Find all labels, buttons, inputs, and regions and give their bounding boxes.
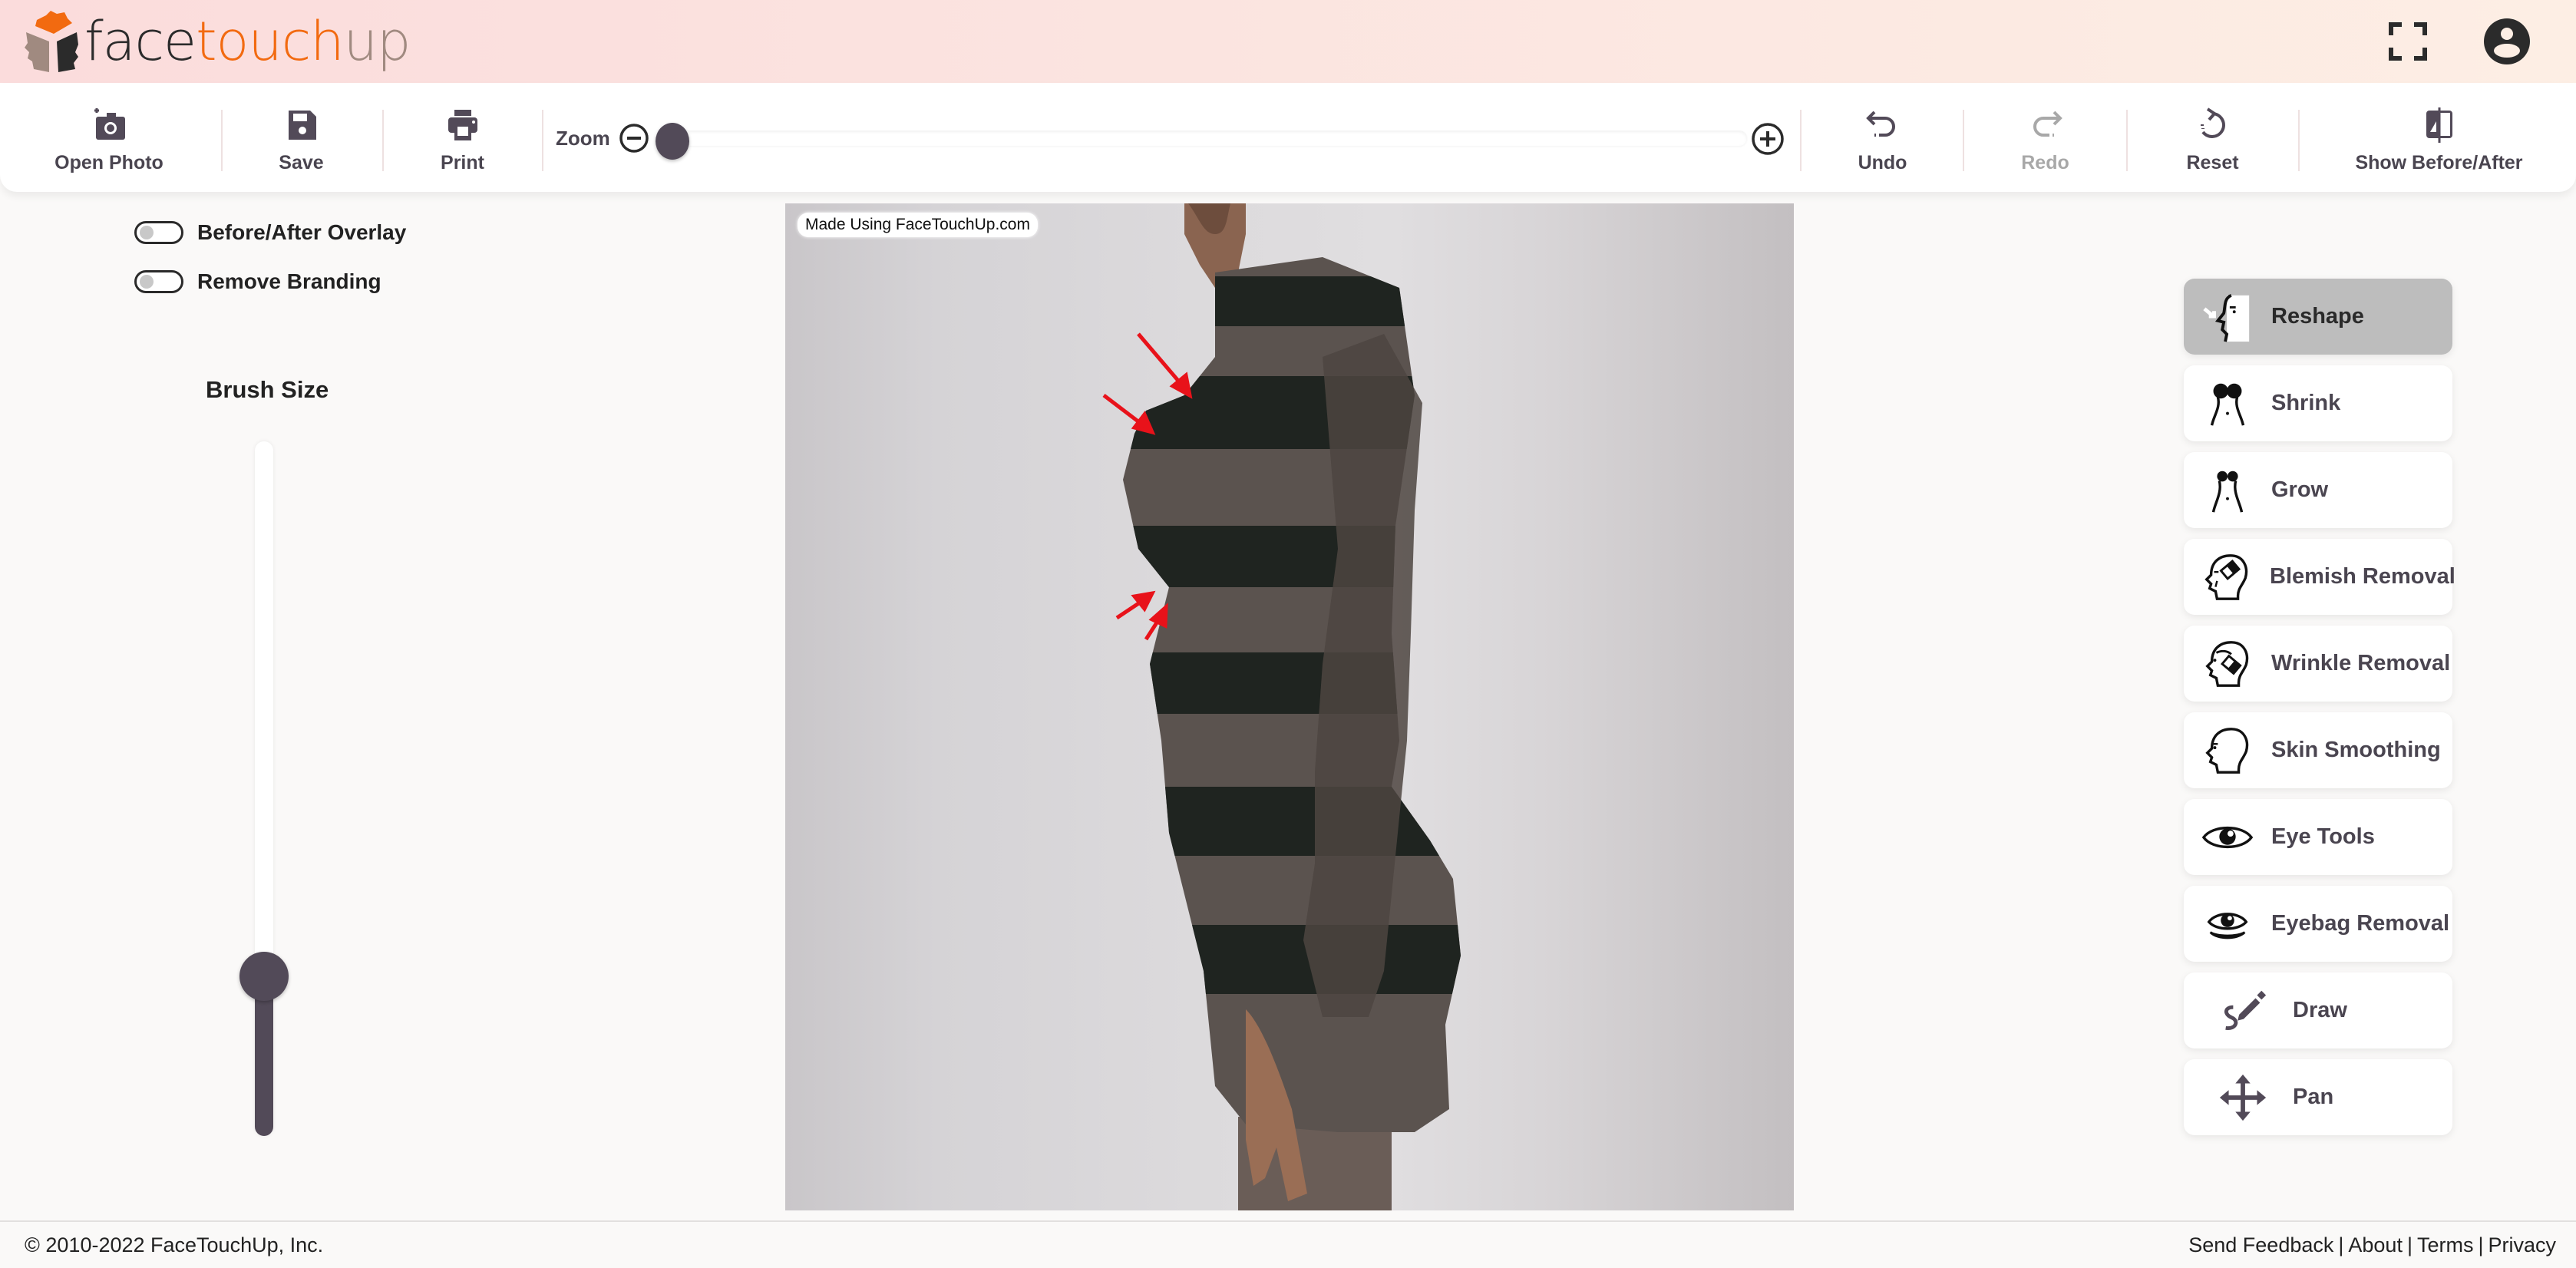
compare-icon	[2426, 107, 2452, 143]
account-circle-icon	[2484, 18, 2530, 64]
reset-label: Reset	[2186, 151, 2239, 173]
tool-wrinkle-removal[interactable]: Wrinkle Removal	[2184, 626, 2452, 702]
reset-icon	[2200, 107, 2225, 138]
before-after-overlay-toggle-row: Before/After Overlay	[134, 220, 406, 245]
redo-label: Redo	[2021, 151, 2069, 173]
eyebag-icon	[2207, 912, 2248, 939]
tool-eye-tools-label: Eye Tools	[2271, 824, 2375, 849]
toggle-knob	[140, 226, 154, 239]
watermark-badge: Made Using FaceTouchUp.com	[798, 213, 1038, 237]
toggle-knob	[140, 275, 154, 289]
photo-image	[1102, 203, 1461, 1210]
about-link[interactable]: About	[2348, 1233, 2403, 1256]
zoom-in-icon[interactable]	[1750, 121, 1785, 157]
blemish-removal-icon	[2204, 553, 2248, 600]
toolbar-divider	[2298, 110, 2300, 171]
footer-separator: |	[2478, 1233, 2484, 1256]
tool-reshape-label: Reshape	[2271, 304, 2364, 329]
zoom-out-icon[interactable]	[618, 122, 650, 154]
undo-icon	[1865, 111, 1895, 137]
send-feedback-link[interactable]: Send Feedback	[2188, 1233, 2333, 1256]
toolbar-divider	[382, 110, 384, 171]
print-label: Print	[441, 151, 484, 173]
wrinkle-removal-icon	[2205, 640, 2249, 687]
logo-text: facetouchup	[84, 15, 411, 68]
footer-separator: |	[2406, 1233, 2413, 1256]
grow-body-icon	[2211, 471, 2244, 513]
tool-shrink-label: Shrink	[2271, 391, 2341, 415]
fullscreen-icon	[2389, 22, 2427, 61]
draw-pen-icon	[2224, 990, 2267, 1030]
privacy-link[interactable]: Privacy	[2488, 1233, 2556, 1256]
toolbar-divider	[221, 110, 223, 171]
save-label: Save	[279, 151, 324, 173]
open-photo-label: Open Photo	[54, 151, 163, 173]
tool-shrink[interactable]: Shrink	[2184, 365, 2452, 441]
shrink-body-icon	[2210, 383, 2245, 426]
undo-button[interactable]: Undo	[1842, 83, 1923, 192]
footer-separator: |	[2338, 1233, 2344, 1256]
toolbar-divider	[2126, 110, 2128, 171]
reset-button[interactable]: Reset	[2172, 83, 2253, 192]
pan-arrows-icon	[2219, 1074, 2267, 1121]
zoom-label: Zoom	[556, 126, 610, 150]
skin-smoothing-icon	[2205, 727, 2249, 774]
printer-icon	[447, 109, 477, 140]
zoom-slider[interactable]	[656, 123, 1747, 160]
open-photo-button[interactable]: Open Photo	[48, 83, 170, 192]
footer-divider	[0, 1220, 2576, 1222]
eye-icon	[2201, 826, 2254, 848]
remove-branding-toggle-row: Remove Branding	[134, 269, 381, 294]
fullscreen-button[interactable]	[2385, 18, 2431, 64]
tool-blemish-removal[interactable]: Blemish Removal	[2184, 539, 2455, 615]
show-before-after-button[interactable]: Show Before/After	[2349, 83, 2529, 192]
brush-size-label: Brush Size	[206, 376, 329, 403]
tool-eye-tools[interactable]: Eye Tools	[2184, 799, 2452, 875]
reshape-face-icon	[2203, 293, 2250, 342]
logo-mark-icon	[25, 11, 78, 72]
tool-pan[interactable]: Pan	[2184, 1059, 2452, 1135]
save-button[interactable]: Save	[261, 83, 342, 192]
tool-eyebag-removal[interactable]: Eyebag Removal	[2184, 886, 2452, 962]
tool-wrinkle-removal-label: Wrinkle Removal	[2271, 651, 2451, 675]
brush-size-slider[interactable]	[239, 441, 289, 1136]
show-before-after-label: Show Before/After	[2355, 151, 2523, 173]
toolbar-divider	[1800, 110, 1802, 171]
tool-skin-smoothing[interactable]: Skin Smoothing	[2184, 712, 2452, 788]
remove-branding-toggle[interactable]	[134, 270, 183, 293]
brush-size-thumb[interactable]	[239, 951, 289, 1001]
tool-pan-label: Pan	[2293, 1085, 2334, 1109]
terms-link[interactable]: Terms	[2417, 1233, 2474, 1256]
redo-icon	[2033, 111, 2062, 137]
logo-text-touch: touch	[196, 10, 344, 73]
before-after-overlay-label: Before/After Overlay	[197, 220, 407, 244]
print-button[interactable]: Print	[426, 83, 499, 192]
tool-draw[interactable]: Draw	[2184, 972, 2452, 1048]
before-after-overlay-toggle[interactable]	[134, 221, 183, 244]
zoom-control: Zoom	[543, 107, 1747, 169]
logo-text-face: face	[84, 10, 197, 73]
photo-canvas[interactable]: Made Using FaceTouchUp.com	[785, 203, 1794, 1210]
footer-links: Send Feedback | About | Terms | Privacy	[2188, 1233, 2556, 1257]
tool-blemish-removal-label: Blemish Removal	[2270, 564, 2455, 589]
app-header: facetouchup	[0, 0, 2576, 83]
logo-text-up: up	[343, 10, 411, 73]
toolbar-divider	[1963, 110, 1964, 171]
remove-branding-label: Remove Branding	[197, 269, 381, 293]
tool-eyebag-removal-label: Eyebag Removal	[2271, 911, 2450, 936]
tool-skin-smoothing-label: Skin Smoothing	[2271, 738, 2441, 762]
zoom-slider-thumb[interactable]	[656, 123, 689, 160]
account-button[interactable]	[2484, 18, 2530, 64]
undo-label: Undo	[1858, 151, 1907, 173]
add-photo-icon	[94, 107, 125, 140]
copyright-text: © 2010-2022 FaceTouchUp, Inc.	[25, 1233, 324, 1256]
tool-draw-label: Draw	[2293, 998, 2347, 1022]
tool-grow[interactable]: Grow	[2184, 452, 2452, 528]
redo-button[interactable]: Redo	[2005, 83, 2086, 192]
floppy-disk-icon	[288, 110, 316, 140]
tool-reshape[interactable]: Reshape	[2184, 279, 2452, 355]
logo[interactable]: facetouchup	[23, 9, 411, 74]
tool-grow-label: Grow	[2271, 477, 2329, 502]
